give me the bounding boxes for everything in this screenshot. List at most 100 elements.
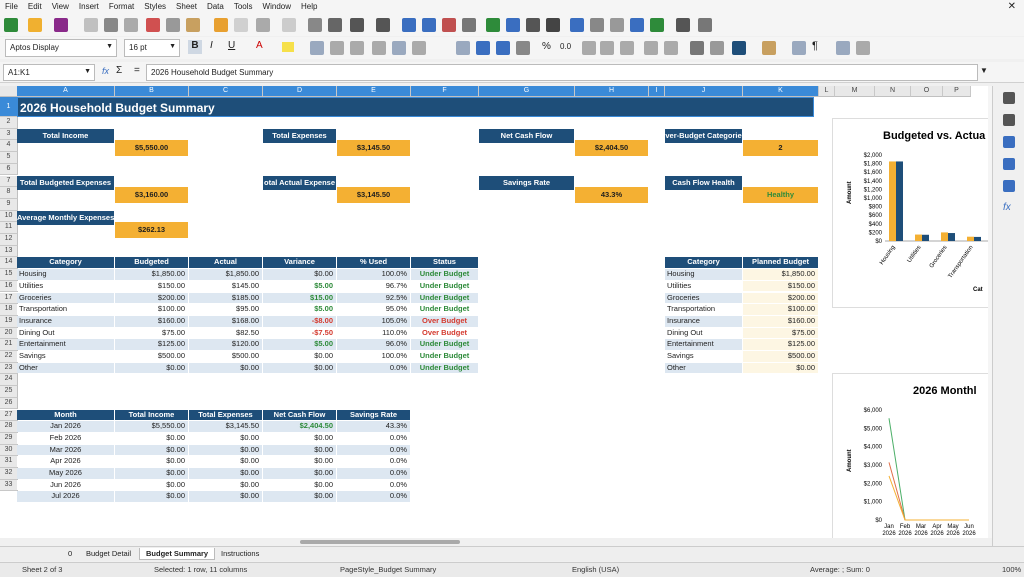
border-color-icon[interactable] [732,41,746,55]
table-cell[interactable]: Mar 2026 [17,444,114,456]
table-cell[interactable]: $0.00 [189,468,262,479]
row-header-16[interactable]: 16 [0,280,18,293]
table-cell[interactable]: Under Budget [411,339,478,350]
row-header-18[interactable]: 18 [0,304,18,316]
menu-view[interactable]: View [47,0,74,11]
tab-budget-detail[interactable]: Budget Detail [80,548,137,559]
row-header-13[interactable]: 13 [0,245,18,258]
kpi-label[interactable]: Average Monthly Expenses [17,210,114,225]
font-name-box[interactable]: Aptos Display ▼ [5,39,117,57]
row-header-27[interactable]: 27 [0,409,18,422]
formula-icon[interactable]: = [134,65,140,76]
kpi-value[interactable]: Healthy [743,187,818,203]
menu-styles[interactable]: Styles [139,0,171,11]
table-cell[interactable]: Dining Out [665,327,742,339]
table-cell[interactable]: Jan 2026 [17,421,114,432]
table-cell[interactable]: $168.00 [189,315,262,327]
table-cell[interactable]: $5,550.00 [115,421,188,432]
copy-icon[interactable] [166,18,180,32]
kpi-value[interactable]: $3,160.00 [115,187,188,203]
sum-icon[interactable]: Σ [116,65,122,76]
save-icon[interactable] [54,18,68,32]
tab-hidden[interactable]: 0 [62,548,78,559]
table-cell[interactable]: $0.00 [189,444,262,456]
table-cell[interactable]: Jun 2026 [17,479,114,491]
table-cell[interactable]: Under Budget [411,362,478,374]
row-header-10[interactable]: 10 [0,210,18,223]
table-cell[interactable]: $125.00 [115,339,188,350]
table-cell[interactable]: 0.0% [337,444,410,456]
menu-tools[interactable]: Tools [229,0,258,11]
table-cell[interactable]: $5.00 [263,304,336,315]
kpi-label[interactable]: Savings Rate [479,175,574,190]
table-cell[interactable]: 110.0% [337,327,410,339]
table-cell[interactable]: $95.00 [189,304,262,315]
kpi-label[interactable]: Total Budgeted Expenses [17,175,114,190]
table-cell[interactable]: 0.0% [337,432,410,444]
row-header-21[interactable]: 21 [0,339,18,351]
table-cell[interactable]: Groceries [17,292,114,304]
row-header-29[interactable]: 29 [0,432,18,445]
table-cell[interactable]: Housing [17,269,114,280]
show-draw-functions-icon[interactable] [698,18,712,32]
column-header-h[interactable]: H [575,86,649,97]
column-header-e[interactable]: E [337,86,411,97]
clone-format-icon[interactable] [214,18,228,32]
table-cell[interactable]: 0.0% [337,362,410,374]
table-cell[interactable]: Savings [17,351,114,362]
kpi-value[interactable]: 2 [743,140,818,156]
table-cell[interactable]: 96.7% [337,280,410,292]
table-cell[interactable]: $0.00 [115,432,188,444]
navigator-icon[interactable] [1003,180,1015,192]
row-header-8[interactable]: 8 [0,187,18,199]
table-cell[interactable]: $5.00 [263,339,336,350]
table-cell[interactable]: $0.00 [115,491,188,503]
table-cell[interactable]: Under Budget [411,269,478,280]
currency-format-icon[interactable] [516,41,530,55]
kpi-label[interactable]: Total Income [17,128,114,143]
column-header-g[interactable]: G [479,86,575,97]
row-header-24[interactable]: 24 [0,374,18,387]
row-header-2[interactable]: 2 [0,117,18,129]
row-header-22[interactable]: 22 [0,351,18,363]
table-cell[interactable]: Insurance [665,315,742,327]
kpi-label[interactable]: otal Actual Expense [263,175,336,190]
align-bottom-icon[interactable] [412,41,426,55]
table-cell[interactable]: -$8.00 [263,315,336,327]
row-header-5[interactable]: 5 [0,152,18,164]
conditional-format-icon[interactable] [762,41,776,55]
table-cell[interactable]: $150.00 [743,280,818,292]
table-cell[interactable]: $0.00 [115,362,188,374]
row-header-30[interactable]: 30 [0,444,18,457]
table-cell[interactable]: $125.00 [743,339,818,350]
menu-window[interactable]: Window [258,0,296,11]
underline-icon[interactable]: U [228,40,235,51]
table-cell[interactable]: 43.3% [337,421,410,432]
increase-indent-icon[interactable] [644,41,658,55]
table-cell[interactable]: $0.00 [115,444,188,456]
paste-icon[interactable] [186,18,200,32]
column-header-f[interactable]: F [411,86,479,97]
column-header-j[interactable]: J [665,86,743,97]
table-cell[interactable]: $15.00 [263,292,336,304]
row-header-3[interactable]: 3 [0,128,18,141]
table-cell[interactable]: $0.00 [743,362,818,374]
menu-help[interactable]: Help [296,0,322,11]
table-cell[interactable]: $0.00 [263,479,336,491]
row-header-25[interactable]: 25 [0,386,18,398]
redo-icon[interactable] [282,18,296,32]
language[interactable]: English (USA) [572,565,619,574]
tab-instructions[interactable]: Instructions [215,548,265,559]
table-cell[interactable]: Groceries [665,292,742,304]
column-header-c[interactable]: C [189,86,263,97]
unmerge-icon[interactable] [496,41,510,55]
close-document-icon[interactable]: ✕ [1008,1,1016,12]
kpi-label[interactable]: ver-Budget Categorie [665,128,742,143]
merge-center-icon[interactable] [476,41,490,55]
pivot-table-icon[interactable] [526,18,540,32]
kpi-label[interactable]: Cash Flow Health [665,175,742,190]
table-cell[interactable]: $145.00 [189,280,262,292]
row-header-33[interactable]: 33 [0,479,18,492]
table-cell[interactable]: $0.00 [115,468,188,479]
gallery-icon[interactable] [1003,158,1015,170]
